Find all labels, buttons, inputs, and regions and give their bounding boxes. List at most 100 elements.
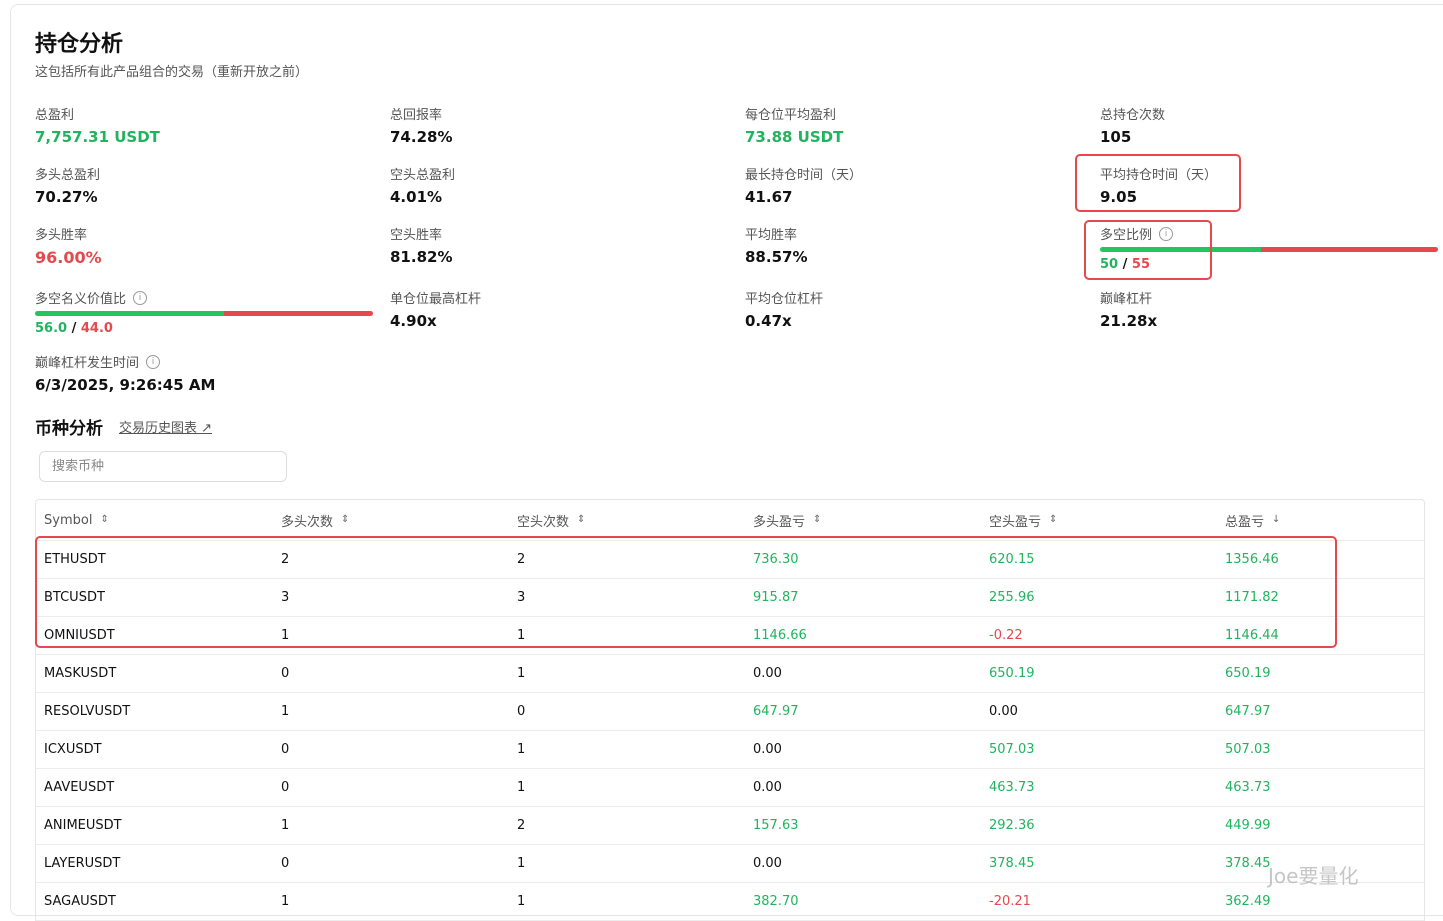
sort-icon[interactable]: ⇕ — [577, 515, 585, 525]
ratio-bar-short — [224, 311, 373, 316]
cell-short-pnl: 0.00 — [989, 704, 1018, 719]
cell-total-pnl: 449.99 — [1225, 818, 1271, 833]
table-row[interactable]: LAYERUSDT 0 1 0.00 378.45 378.45 — [36, 845, 1424, 883]
cell-short-count: 1 — [517, 666, 526, 681]
cell-total-pnl: 650.19 — [1225, 666, 1271, 681]
sort-desc-icon[interactable]: ↓ — [1272, 515, 1280, 525]
stat-total-positions: 总持仓次数 105 — [1100, 104, 1165, 146]
stat-label: 总盈利 — [35, 108, 75, 123]
stat-value: 4.90x — [390, 312, 437, 330]
info-icon[interactable]: i — [146, 354, 161, 369]
table-row[interactable]: ANIMEUSDT 1 2 157.63 292.36 449.99 — [36, 807, 1424, 845]
stat-label: 多头胜率 — [35, 228, 88, 243]
stat-label: 巅峰杠杆发生时间 — [35, 356, 140, 371]
info-icon[interactable]: i — [133, 290, 148, 305]
cell-long-count: 0 — [281, 856, 290, 871]
cell-short-count: 1 — [517, 780, 526, 795]
cell-symbol: MASKUSDT — [44, 666, 117, 681]
column-header-short-pnl[interactable]: 空头盈亏 ⇕ — [981, 511, 1217, 530]
column-header-symbol[interactable]: Symbol ⇕ — [36, 513, 273, 528]
cell-long-count: 0 — [281, 742, 290, 757]
stat-label: 最长持仓时间（天） — [745, 168, 863, 183]
cell-short-pnl: 292.36 — [989, 818, 1035, 833]
table-row[interactable]: MASKUSDT 0 1 0.00 650.19 650.19 — [36, 655, 1424, 693]
stat-label: 空头胜率 — [390, 228, 443, 243]
cell-long-pnl: 647.97 — [753, 704, 799, 719]
cell-long-count: 0 — [281, 780, 290, 795]
highlight-box-ratio — [1084, 220, 1212, 280]
stat-label: 巅峰杠杆 — [1100, 292, 1153, 307]
stat-short-total-pnl: 空头总盈利 4.01% — [390, 164, 455, 206]
cell-short-count: 1 — [517, 742, 526, 757]
stat-value: 0.47x — [745, 312, 792, 330]
stat-avg-win-rate: 平均胜率 88.57% — [745, 224, 807, 266]
stat-label-row: 巅峰杠杆发生时间 i — [35, 352, 215, 371]
stat-label: 多头总盈利 — [35, 168, 101, 183]
stat-long-win-rate: 多头胜率 96.00% — [35, 224, 102, 267]
coin-section-title: 币种分析 — [35, 419, 103, 439]
cell-short-pnl: 507.03 — [989, 742, 1035, 757]
ratio-sep: / — [71, 321, 77, 336]
cell-symbol: RESOLVUSDT — [44, 704, 131, 719]
table-row[interactable]: AAVEUSDT 0 1 0.00 463.73 463.73 — [36, 769, 1424, 807]
cell-long-pnl: 0.00 — [753, 780, 782, 795]
stat-label: 总持仓次数 — [1100, 108, 1166, 123]
stat-value: 7,757.31 USDT — [35, 128, 160, 146]
stat-label: 多空名义价值比 — [35, 292, 127, 307]
stat-long-total-pnl: 多头总盈利 70.27% — [35, 164, 100, 206]
cell-short-count: 2 — [517, 818, 526, 833]
stat-label: 平均胜率 — [745, 228, 798, 243]
stat-value: 74.28% — [390, 128, 453, 146]
page-title: 持仓分析 — [35, 32, 124, 57]
sort-icon[interactable]: ⇕ — [341, 515, 349, 525]
column-header-label: 多头盈亏 — [753, 514, 806, 530]
ratio-short: 44.0 — [80, 321, 113, 336]
table-row[interactable]: SAGAUSDT 1 1 382.70 -20.21 362.49 — [36, 883, 1424, 921]
column-header-long-pnl[interactable]: 多头盈亏 ⇕ — [745, 511, 981, 530]
sort-icon[interactable]: ⇕ — [1049, 515, 1057, 525]
ratio-bar-long — [35, 311, 225, 316]
stat-label: 总回报率 — [390, 108, 443, 123]
column-header-label: 空头盈亏 — [989, 514, 1042, 530]
page-subtitle: 这包括所有此产品组合的交易（重新开放之前） — [35, 65, 309, 80]
stat-value: 70.27% — [35, 188, 98, 206]
stat-label: 每仓位平均盈利 — [745, 108, 837, 123]
stat-value: 21.28x — [1100, 312, 1158, 330]
cell-long-count: 1 — [281, 818, 290, 833]
stat-longest-hold: 最长持仓时间（天） 41.67 — [745, 164, 862, 206]
stat-avg-leverage: 平均仓位杠杆 0.47x — [745, 288, 823, 330]
stat-value: 41.67 — [745, 188, 793, 206]
stat-value: 73.88 USDT — [745, 128, 844, 146]
cell-long-pnl: 0.00 — [753, 666, 782, 681]
cell-symbol: ICXUSDT — [44, 742, 102, 757]
cell-short-count: 1 — [517, 856, 526, 871]
cell-long-pnl: 0.00 — [753, 742, 782, 757]
cell-short-pnl: 378.45 — [989, 856, 1035, 871]
column-header-long-count[interactable]: 多头次数 ⇕ — [273, 511, 509, 530]
stat-max-leverage-single: 单仓位最高杠杆 4.90x — [390, 288, 481, 330]
cell-long-pnl: 0.00 — [753, 856, 782, 871]
stat-peak-leverage-time: 巅峰杠杆发生时间 i 6/3/2025, 9:26:45 AM — [35, 352, 215, 394]
stat-peak-leverage: 巅峰杠杆 21.28x — [1100, 288, 1157, 330]
column-header-label: Symbol — [44, 512, 93, 528]
stat-notional-ratio: 多空名义价值比 i 56.0 / 44.0 — [35, 288, 373, 336]
ratio-text: 56.0 / 44.0 — [35, 321, 373, 336]
trade-history-chart-link[interactable]: 交易历史图表 ↗ — [119, 417, 212, 436]
sort-icon[interactable]: ⇕ — [813, 515, 821, 525]
search-coin-input[interactable] — [39, 451, 287, 482]
table-row[interactable]: ICXUSDT 0 1 0.00 507.03 507.03 — [36, 731, 1424, 769]
table-row[interactable]: RESOLVUSDT 1 0 647.97 0.00 647.97 — [36, 693, 1424, 731]
highlight-box-top-rows — [35, 536, 1337, 648]
stat-value: 88.57% — [745, 248, 808, 266]
stat-value: 96.00% — [35, 248, 102, 267]
stat-total-pnl: 总盈利 7,757.31 USDT — [35, 104, 160, 146]
column-header-total-pnl[interactable]: 总盈亏 ↓ — [1217, 511, 1423, 530]
stat-value: 105 — [1100, 128, 1132, 146]
column-header-label: 多头次数 — [281, 514, 334, 530]
column-header-short-count[interactable]: 空头次数 ⇕ — [509, 511, 745, 530]
sort-icon[interactable]: ⇕ — [100, 515, 108, 525]
stat-value: 4.01% — [390, 188, 443, 206]
cell-short-pnl: 650.19 — [989, 666, 1035, 681]
stat-label: 空头总盈利 — [390, 168, 456, 183]
stat-label-row: 多空名义价值比 i — [35, 288, 373, 307]
